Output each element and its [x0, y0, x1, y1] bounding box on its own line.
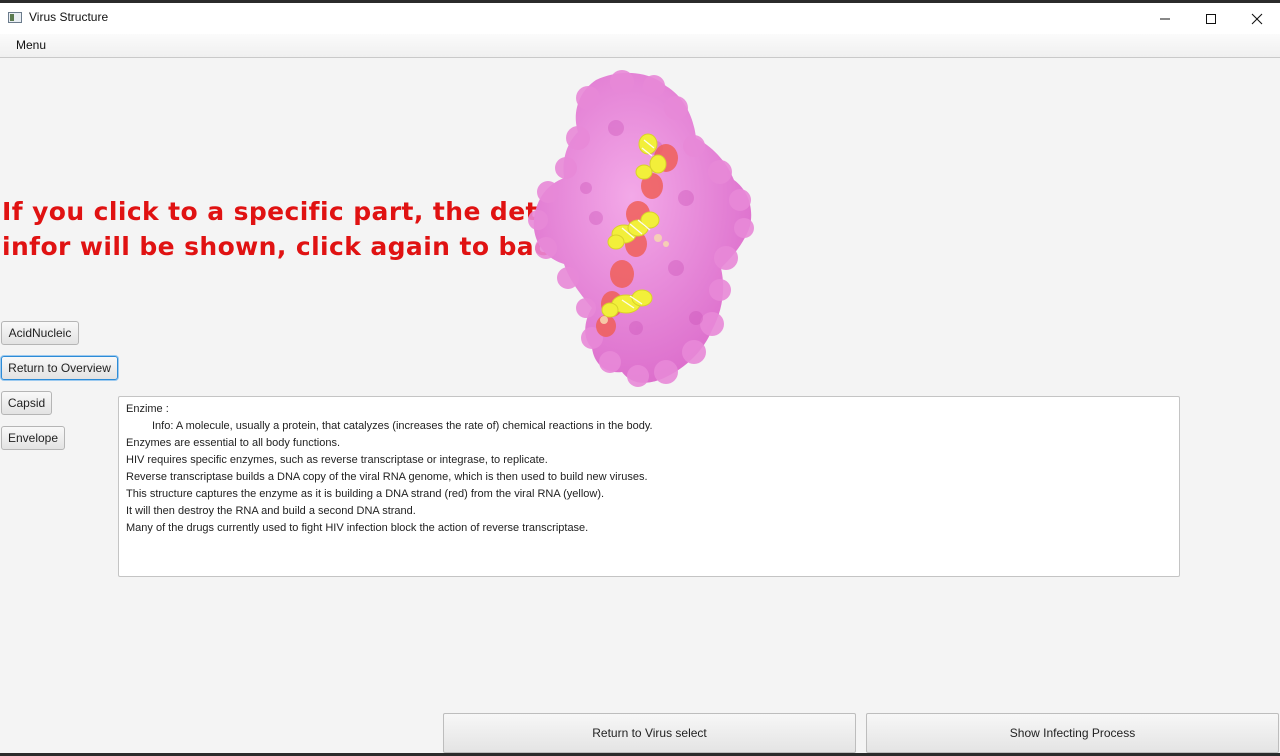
window-title: Virus Structure [29, 10, 109, 24]
return-to-overview-button[interactable]: Return to Overview [1, 356, 118, 380]
app-window-icon [8, 12, 22, 23]
info-line: Reverse transcriptase builds a DNA copy … [126, 471, 648, 483]
maximize-icon [1206, 13, 1216, 24]
info-line: Enzymes are essential to all body functi… [126, 437, 341, 449]
info-text-area[interactable]: Enzime : Info: A molecule, usually a pro… [118, 396, 1180, 577]
show-infecting-process-button[interactable]: Show Infecting Process [866, 713, 1279, 753]
menu-button[interactable]: Menu [16, 38, 46, 52]
instruction-annotation: If you click to a specific part, the det… [2, 194, 573, 264]
minimize-icon [1160, 18, 1170, 19]
capsid-button[interactable]: Capsid [1, 391, 52, 415]
maximize-button[interactable] [1188, 3, 1234, 34]
info-heading: Enzime : [126, 403, 169, 415]
acid-nucleic-button[interactable]: AcidNucleic [1, 321, 79, 345]
info-line: It will then destroy the RNA and build a… [126, 505, 416, 517]
close-button[interactable] [1234, 3, 1280, 34]
envelope-button[interactable]: Envelope [1, 426, 65, 450]
reverse-transcriptase-molecule-image[interactable] [526, 68, 758, 388]
instruction-line-1: If you click to a specific part, the det… [2, 197, 574, 226]
info-line: Info: A molecule, usually a protein, tha… [152, 420, 653, 432]
close-icon [1251, 13, 1263, 24]
menu-bar: Menu [0, 34, 1280, 58]
info-line: Many of the drugs currently used to figh… [126, 522, 589, 534]
minimize-button[interactable] [1142, 3, 1188, 34]
return-to-virus-select-button[interactable]: Return to Virus select [443, 713, 856, 753]
info-line: HIV requires specific enzymes, such as r… [126, 454, 548, 466]
title-bar[interactable]: Virus Structure [0, 3, 1280, 34]
info-line: This structure captures the enzyme as it… [126, 488, 605, 500]
instruction-line-2: infor will be shown, click again to back [2, 232, 567, 261]
